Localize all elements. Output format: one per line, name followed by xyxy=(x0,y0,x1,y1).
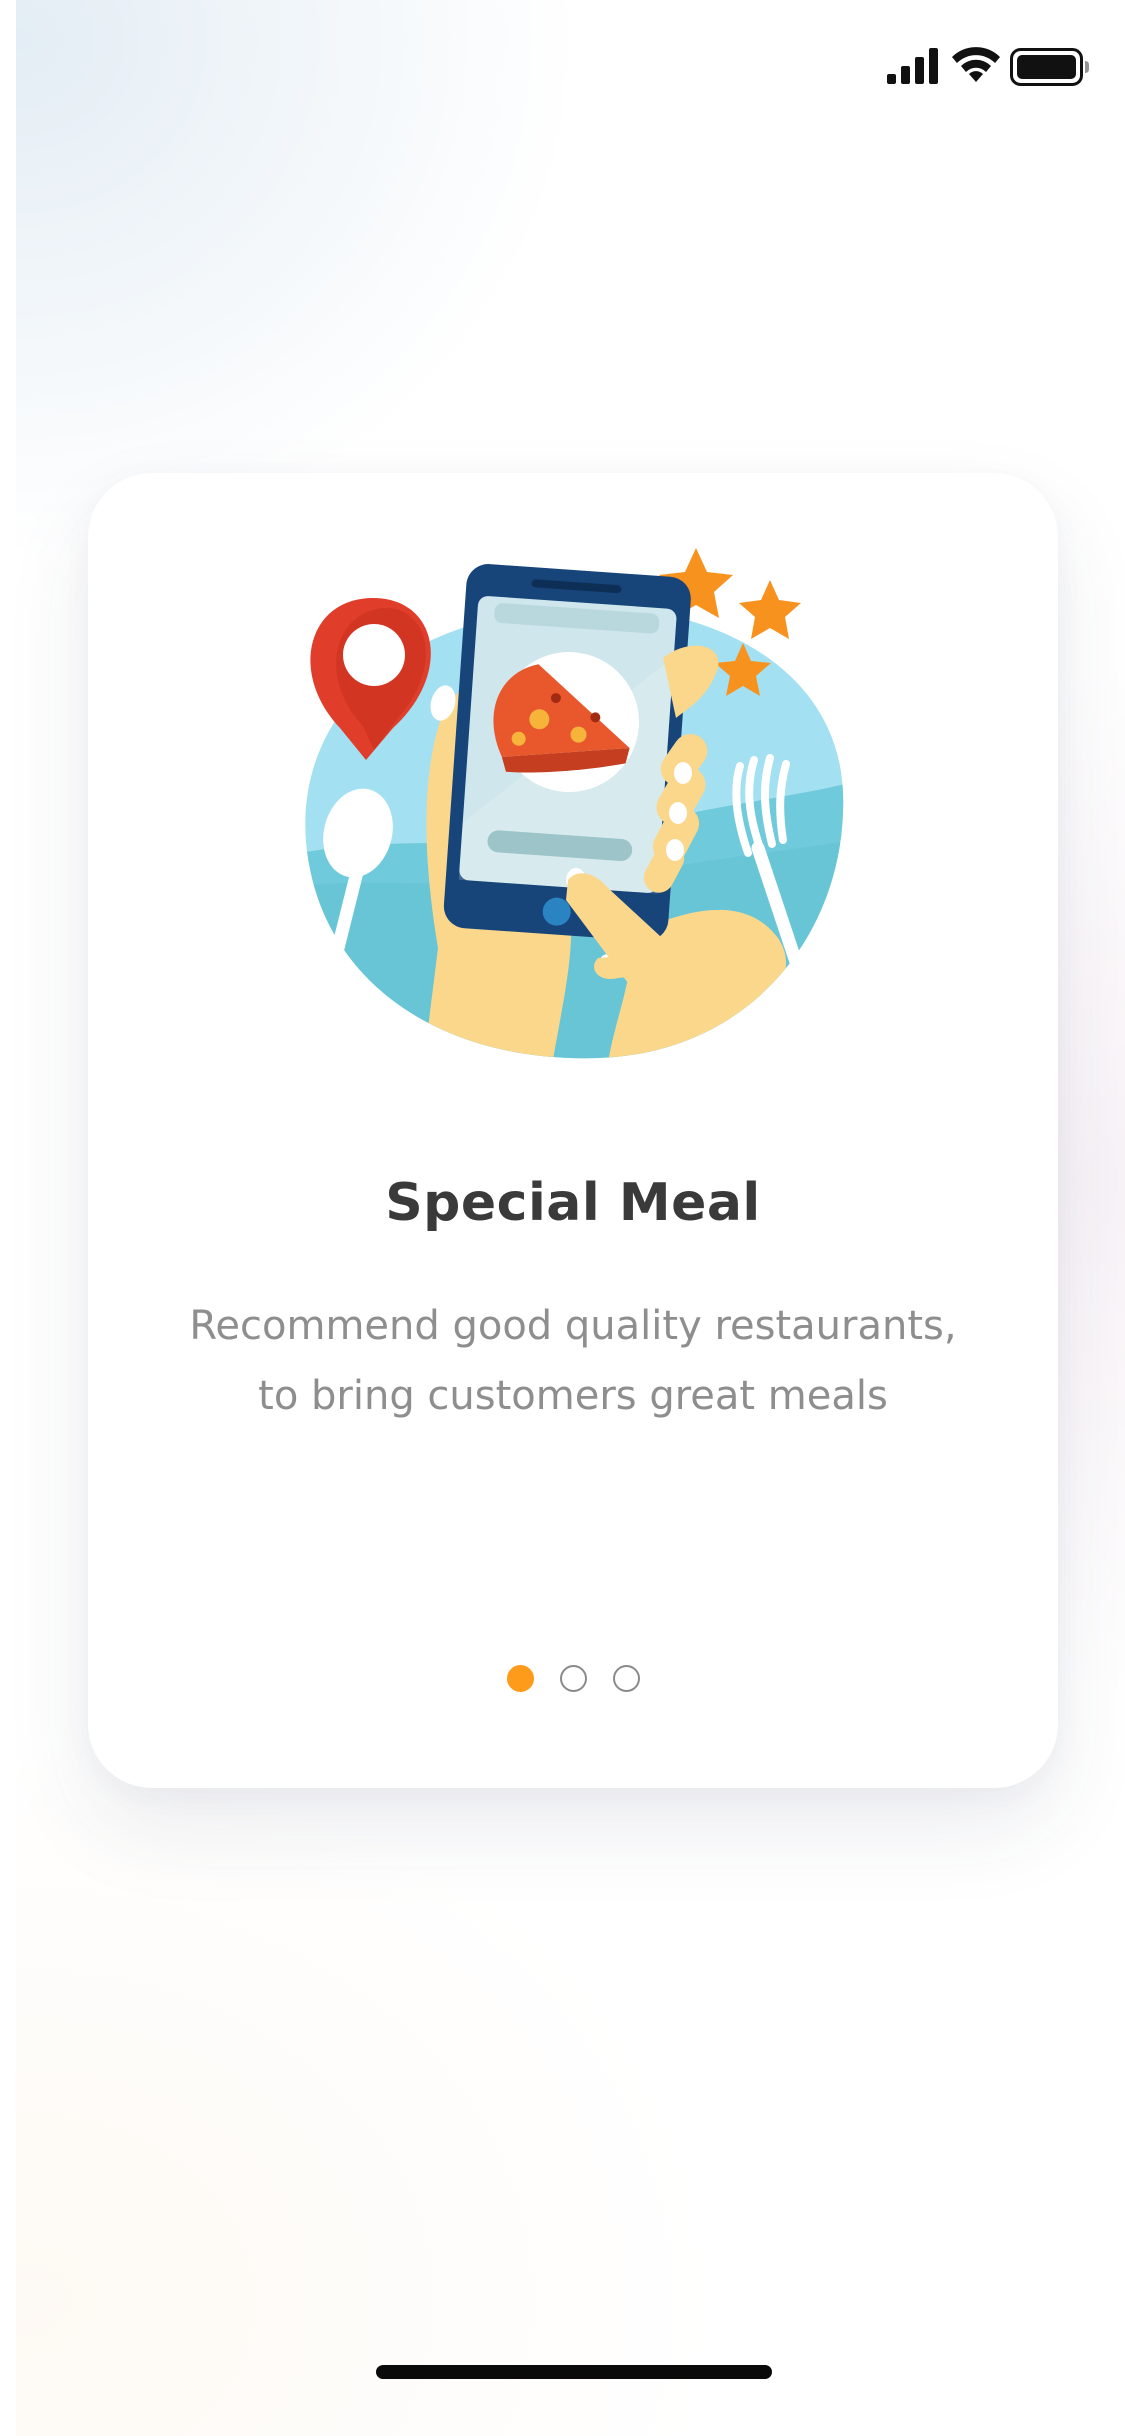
status-bar xyxy=(0,0,1125,140)
onboarding-title: Special Meal xyxy=(385,1173,761,1233)
description-line-2: to bring customers great meals xyxy=(258,1373,888,1419)
description-line-1: Recommend good quality restaurants, xyxy=(189,1303,957,1349)
onboarding-description: Recommend good quality restaurants, to b… xyxy=(128,1291,1018,1431)
page-dot-2[interactable] xyxy=(559,1665,587,1692)
home-indicator[interactable] xyxy=(376,2365,772,2379)
page-dot-3[interactable] xyxy=(612,1665,640,1692)
signal-icon xyxy=(887,48,938,84)
left-edge xyxy=(0,0,16,2436)
phone-ordering-pizza-illustration xyxy=(305,548,844,1059)
onboarding-card: Special Meal Recommend good quality rest… xyxy=(88,473,1058,1788)
battery-icon xyxy=(1010,48,1089,86)
page-dot-1[interactable] xyxy=(506,1665,534,1692)
onboarding-screen: Special Meal Recommend good quality rest… xyxy=(0,0,1125,2436)
wifi-icon xyxy=(952,47,1000,82)
page-indicator xyxy=(88,1665,1058,1705)
